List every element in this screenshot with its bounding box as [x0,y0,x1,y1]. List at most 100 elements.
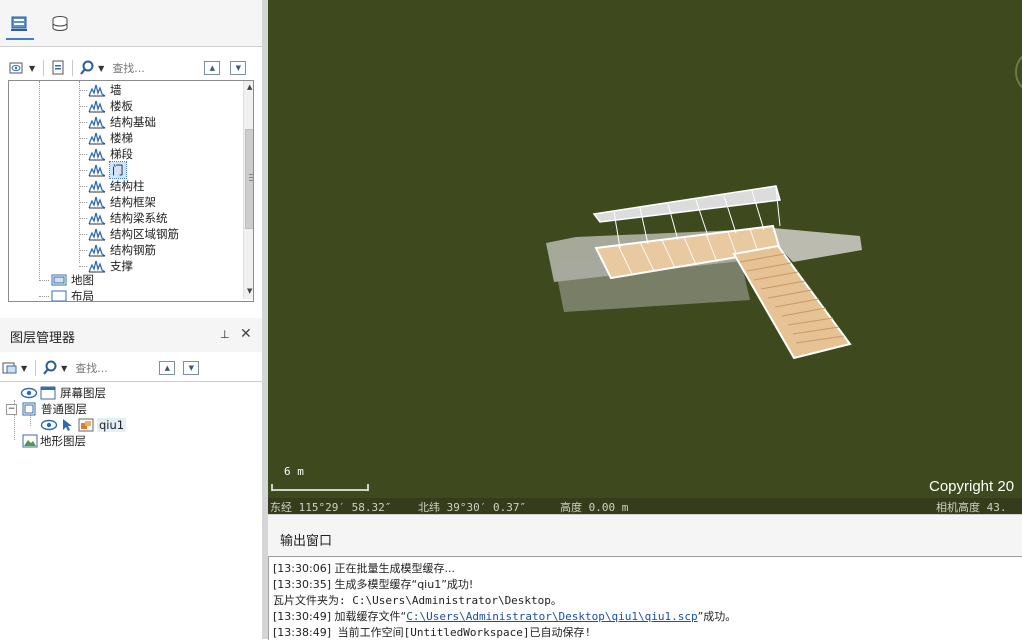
chevron-down-icon[interactable]: ▼ [29,64,35,73]
search-input[interactable] [108,61,197,75]
search-next-button[interactable]: ▼ [230,61,247,75]
tree-node-item[interactable]: 结构梁系统 [79,210,168,226]
arrow-up-icon: ▲ [209,64,215,72]
tree-node-map[interactable]: 地图 [39,272,94,288]
tree-node-item[interactable]: 结构区域钢筋 [79,226,179,242]
layer-tree[interactable]: 屏幕图层 − 普通图层 qiu1 地形图层 [0,381,262,640]
tree-connector [79,90,87,91]
model-dataset-icon [88,148,106,161]
chevron-down-icon[interactable]: ▼ [21,364,27,373]
tree-connector [79,186,87,187]
layer-node-normal[interactable]: − 普通图层 [6,401,87,417]
tree-node-layout[interactable]: 布局 [39,288,94,302]
log-text: ”成功。 [697,610,737,623]
view-options-button[interactable] [8,59,28,77]
workspace-tabs [0,0,262,47]
log-text: 瓦片文件夹为: C:\Users\Administrator\Desktop。 [273,594,562,607]
tree-node-item[interactable]: 门 [79,161,127,179]
building-model[interactable] [268,0,1022,498]
pin-icon[interactable]: ⊥ [220,328,230,341]
tree-node-label: 结构梁系统 [110,211,168,225]
tree-node-label: 梯段 [110,147,133,161]
model-dataset-icon [88,244,106,257]
layer-node-qiu1[interactable]: qiu1 [40,417,127,433]
tree-node-item[interactable]: 梯段 [79,146,133,162]
tree-node-label: 结构区域钢筋 [110,227,179,241]
model-layer-icon [78,418,94,432]
tree-node-label: 门 [109,161,127,179]
arrow-down-icon: ▼ [188,364,194,372]
tree-connector [39,280,49,281]
copyright-text: Copyright 20 [929,478,1015,495]
search-previous-button[interactable]: ▲ [159,361,176,375]
tree-node-label: 支撑 [110,259,133,273]
layer-search-input[interactable] [71,361,152,375]
workspace-toolbar: ▼ ▼ ▲ ▼ [8,56,258,80]
layer-node-screen[interactable]: 屏幕图层 [20,385,106,401]
tree-scrollbar[interactable]: ▲ ▼ [243,81,253,299]
scale-label: 6 m [284,465,304,478]
tree-node-item[interactable]: 结构基础 [79,114,156,130]
search-next-button[interactable]: ▼ [183,361,200,375]
tree-node-label: 结构柱 [110,179,145,193]
layer-options-button[interactable] [0,359,20,377]
layer-label: 屏幕图层 [60,386,106,400]
eye-options-icon [9,62,23,74]
model-dataset-icon [88,164,106,177]
eye-icon[interactable] [20,387,38,399]
eye-icon[interactable] [40,419,58,431]
tree-node-item[interactable]: 结构钢筋 [79,242,156,258]
tree-node-label: 结构框架 [110,195,156,209]
search-icon [80,60,94,75]
workspace-tree[interactable]: 墙楼板 结构基础 楼梯 梯段门结构柱 结构框架 结构梁系统 结构区域钢筋 结构钢筋 支撑 地图 … [8,80,254,302]
collapse-icon[interactable]: − [6,403,17,415]
layout-folder-icon [51,290,67,301]
separator [35,360,37,376]
locate-button[interactable] [48,59,68,77]
search-previous-button[interactable]: ▲ [204,61,221,75]
datasource-tab[interactable] [46,10,74,38]
log-file-link[interactable]: C:\Users\Administrator\Desktop\qiu1\qiu1… [406,610,697,623]
tree-connector [79,266,87,267]
altitude-readout: 高度 0.00 m [560,501,629,514]
chevron-down-icon[interactable]: ▼ [98,64,104,73]
tree-node-item[interactable]: 墙 [79,82,122,98]
selectable-arrow-icon[interactable] [60,418,74,432]
workspace-tab[interactable] [6,10,34,40]
tree-connector [79,138,87,139]
scroll-up-icon[interactable]: ▲ [247,83,252,91]
scrollbar-thumb[interactable] [245,129,253,229]
tree-node-label: 结构基础 [110,115,156,129]
tree-node-item[interactable]: 结构柱 [79,178,145,194]
layer-add-icon [2,362,17,374]
model-dataset-icon [88,100,106,113]
model-dataset-icon [88,228,106,241]
tree-node-label: 布局 [71,289,94,302]
arrow-down-icon: ▼ [235,64,241,72]
tree-node-item[interactable]: 楼梯 [79,130,133,146]
close-icon[interactable]: ✕ [240,326,252,342]
workspace-icon [11,16,27,31]
tree-connector [39,81,40,281]
log-line: [13:38:49] 当前工作空间[UntitledWorkspace]已自动保… [273,624,591,640]
log-line: [13:30:49] 加载缓存文件“C:\Users\Administrator… [273,608,736,624]
scroll-down-icon[interactable]: ▼ [247,287,252,295]
layer-node-terrain[interactable]: 地形图层 [22,433,86,449]
log-text: 当前工作空间[UntitledWorkspace]已自动保存! [331,626,592,639]
search-options-button[interactable] [77,59,97,77]
separator [72,60,74,76]
output-window-body[interactable]: [13:30:06] 正在批量生成模型缓存... [13:30:35] 生成多模… [268,556,1022,640]
tree-node-item[interactable]: 楼板 [79,98,133,114]
tree-node-item[interactable]: 结构框架 [79,194,156,210]
screen-layer-icon [40,386,56,400]
longitude-readout: 东经 115°29′ 58.32″ [270,501,392,514]
map-folder-icon [51,274,67,286]
model-dataset-icon [88,180,106,193]
tree-node-label: 墙 [110,83,122,97]
search-options-button[interactable] [40,359,60,377]
layer-label: 普通图层 [41,402,87,416]
tree-connector [79,122,87,123]
scene-viewport[interactable]: 6 m [268,0,1022,498]
model-dataset-icon [88,260,106,273]
chevron-down-icon[interactable]: ▼ [61,364,67,373]
